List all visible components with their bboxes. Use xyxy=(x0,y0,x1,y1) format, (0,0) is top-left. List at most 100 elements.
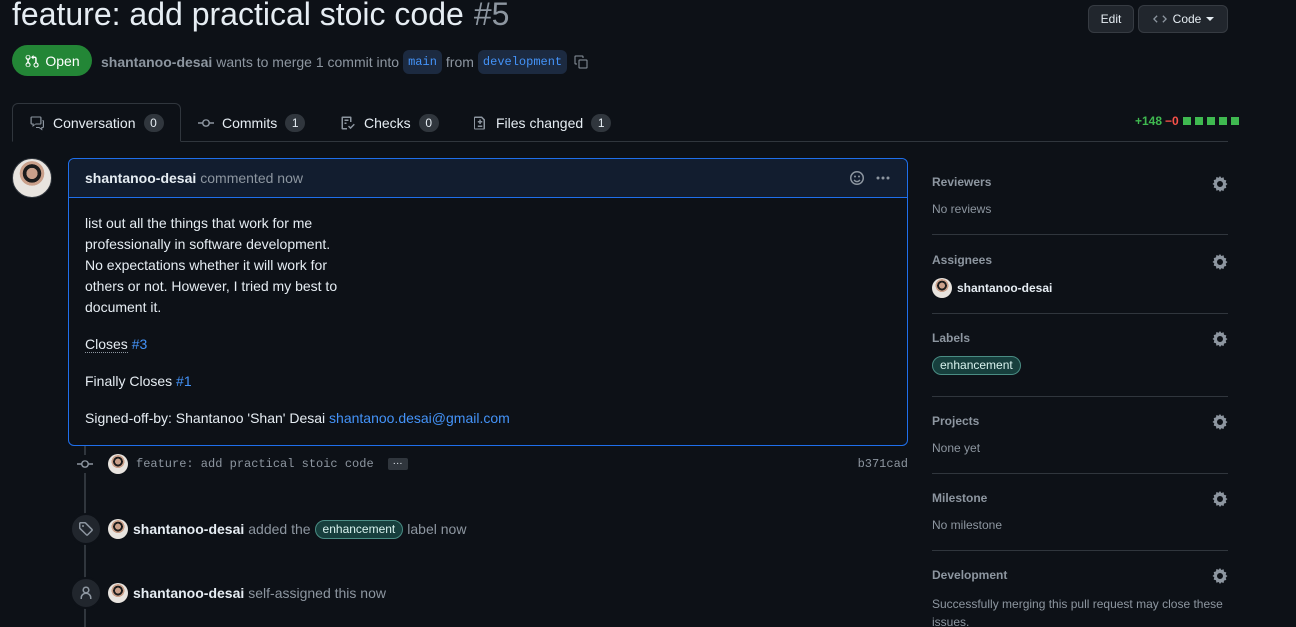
assignee-item[interactable]: shantanoo-desai xyxy=(932,278,1228,298)
comment-box: shantanoo-desai commented now list out a… xyxy=(68,158,908,446)
code-label: Code xyxy=(1172,12,1202,26)
pull-request-icon xyxy=(25,54,39,68)
tab-counter: 0 xyxy=(143,113,164,132)
merge-summary: shantanoo-desai wants to merge 1 commit … xyxy=(101,50,589,74)
sidebar-development: Development Successfully merging this pu… xyxy=(932,565,1228,627)
sidebar-heading[interactable]: Milestone xyxy=(932,491,1228,505)
code-icon xyxy=(1152,15,1167,23)
gear-icon[interactable] xyxy=(1212,491,1228,510)
label-event: shantanoo-desai added the enhancement la… xyxy=(70,513,466,545)
finally-closes-line: Finally Closes #1 xyxy=(85,371,891,392)
closes-text: Closes xyxy=(85,336,128,353)
issue-link-3[interactable]: #3 xyxy=(132,336,148,352)
edit-button[interactable]: Edit xyxy=(1088,5,1134,33)
file-diff-icon xyxy=(474,116,485,129)
label-badge[interactable]: enhancement xyxy=(314,519,404,539)
assign-event: shantanoo-desai self-assigned this now xyxy=(70,577,386,609)
git-commit-icon xyxy=(198,118,214,127)
commit-sha[interactable]: b371cad xyxy=(858,457,908,471)
sidebar-heading[interactable]: Development xyxy=(932,568,1228,582)
tab-conversation[interactable]: Conversation 0 xyxy=(12,103,181,142)
sidebar-reviewers: Reviewers No reviews xyxy=(932,172,1228,235)
commit-message[interactable]: feature: add practical stoic code xyxy=(136,457,374,471)
base-branch[interactable]: main xyxy=(403,50,442,74)
checklist-icon xyxy=(341,116,355,129)
sidebar-heading[interactable]: Assignees xyxy=(932,253,1228,267)
event-badge xyxy=(70,577,102,609)
commit-author-avatar[interactable] xyxy=(108,454,128,474)
deletions-count: −0 xyxy=(1165,114,1179,128)
gear-icon[interactable] xyxy=(1212,568,1228,587)
merge-text: wants to merge 1 commit into xyxy=(216,54,400,70)
tab-files-changed[interactable]: Files changed 1 xyxy=(456,103,627,142)
head-branch[interactable]: development xyxy=(477,50,568,74)
tab-counter: 1 xyxy=(591,113,612,132)
sidebar-value: None yet xyxy=(932,441,981,455)
caret-down-icon xyxy=(1206,17,1215,21)
tab-label: Conversation xyxy=(53,114,136,131)
event-author[interactable]: shantanoo-desai xyxy=(133,585,244,601)
person-icon xyxy=(80,586,92,599)
tag-icon xyxy=(79,522,93,536)
commit-expand-button[interactable]: ··· xyxy=(387,458,408,470)
commit-row: feature: add practical stoic code ··· b3… xyxy=(76,454,908,474)
status-label: Open xyxy=(45,52,80,69)
sidebar-heading[interactable]: Reviewers xyxy=(932,175,1228,189)
sidebar-assignees: Assignees shantanoo-desai xyxy=(932,250,1228,314)
diffstat-block xyxy=(1182,117,1191,125)
status-badge: Open xyxy=(12,45,92,76)
assignee-name: shantanoo-desai xyxy=(957,281,1053,295)
pr-title-text: feature: add practical stoic code xyxy=(12,0,464,32)
sidebar-heading[interactable]: Projects xyxy=(932,414,1228,428)
gear-icon[interactable] xyxy=(1212,331,1228,350)
tab-label: Files changed xyxy=(496,114,584,131)
kebab-horizontal-icon[interactable] xyxy=(875,170,891,186)
additions-count: +148 xyxy=(1135,114,1163,128)
sidebar-heading[interactable]: Labels xyxy=(932,331,1228,345)
diffstat-block xyxy=(1194,117,1203,125)
sidebar-labels: Labels enhancement xyxy=(932,328,1228,397)
event-text: label now xyxy=(407,521,467,537)
page-title: feature: add practical stoic code #5 xyxy=(12,0,509,34)
pr-number: #5 xyxy=(473,0,510,32)
signoff-text: Signed-off-by: Shantanoo 'Shan' Desai xyxy=(85,410,326,426)
author-avatar[interactable] xyxy=(12,158,52,198)
copy-icon[interactable] xyxy=(573,54,589,70)
gear-icon[interactable] xyxy=(1212,414,1228,433)
comment-discussion-icon xyxy=(30,116,44,130)
tab-checks[interactable]: Checks 0 xyxy=(324,103,455,142)
commit-dot xyxy=(76,455,94,473)
tab-counter: 1 xyxy=(285,113,306,132)
comment-paragraph: list out all the things that work for me… xyxy=(85,215,338,315)
tab-label: Checks xyxy=(364,114,411,131)
event-author-avatar[interactable] xyxy=(108,583,128,603)
event-text: self-assigned this now xyxy=(248,585,386,601)
event-text: added the xyxy=(248,521,311,537)
sidebar-milestone: Milestone No milestone xyxy=(932,488,1228,551)
comment-action: commented now xyxy=(200,170,303,186)
sidebar-value: No milestone xyxy=(932,518,1003,532)
from-text: from xyxy=(445,54,474,70)
sidebar-projects: Projects None yet xyxy=(932,411,1228,474)
closes-line: Closes #3 xyxy=(85,334,891,355)
tab-counter: 0 xyxy=(418,113,439,132)
smiley-icon[interactable] xyxy=(849,170,865,186)
diffstat-block xyxy=(1218,117,1227,125)
sidebar-value: Successfully merging this pull request m… xyxy=(932,597,1223,627)
comment-author[interactable]: shantanoo-desai xyxy=(85,170,196,186)
author-link[interactable]: shantanoo-desai xyxy=(101,52,212,72)
sidebar-value: No reviews xyxy=(932,202,992,216)
signoff-line: Signed-off-by: Shantanoo 'Shan' Desai sh… xyxy=(85,408,891,429)
code-button[interactable]: Code xyxy=(1138,5,1228,33)
event-author-avatar[interactable] xyxy=(108,519,128,539)
finally-text: Finally Closes xyxy=(85,373,173,389)
gear-icon[interactable] xyxy=(1212,254,1228,273)
issue-link-1[interactable]: #1 xyxy=(176,373,192,389)
tab-commits[interactable]: Commits 1 xyxy=(182,103,321,142)
diffstat-block xyxy=(1230,117,1239,125)
label-badge[interactable]: enhancement xyxy=(932,356,1021,375)
event-author[interactable]: shantanoo-desai xyxy=(133,521,244,537)
comment-header: shantanoo-desai commented now xyxy=(69,159,907,198)
gear-icon[interactable] xyxy=(1212,176,1228,195)
signoff-email-link[interactable]: shantanoo.desai@gmail.com xyxy=(329,410,510,426)
